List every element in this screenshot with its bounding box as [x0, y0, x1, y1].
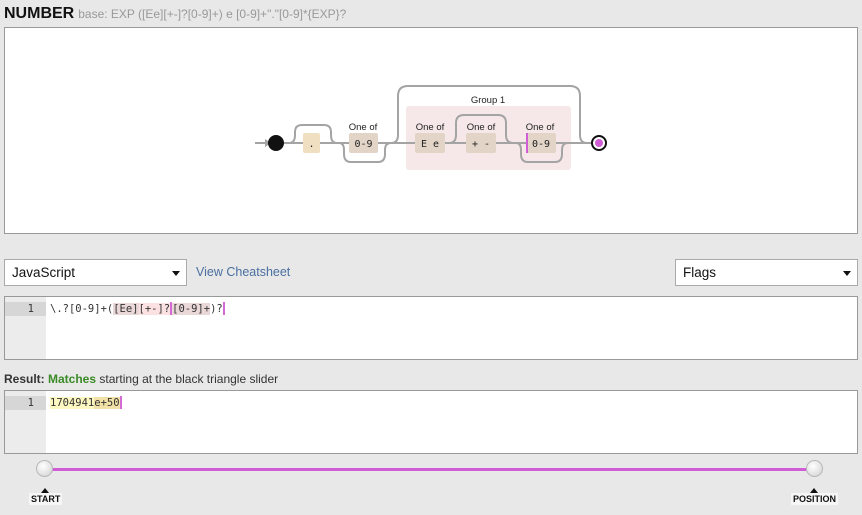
position-slider-knob[interactable]	[806, 460, 823, 477]
regex-suffix: )?	[210, 303, 223, 315]
view-cheatsheet-link[interactable]: View Cheatsheet	[196, 265, 290, 279]
regex-class-exp: [Ee]	[113, 303, 139, 315]
chevron-down-icon	[172, 271, 180, 276]
match-part-number: 1704941	[50, 397, 95, 409]
title-bar: NUMBER base: EXP ([Ee][+-]?[0-9]+) e [0-…	[4, 5, 346, 25]
regex-editor[interactable]: 1 \.?[0-9]+([Ee][+-]? [0-9]+)?	[4, 296, 858, 360]
node-digit-label: One of	[349, 122, 378, 133]
regex-line-number: 1	[5, 302, 46, 316]
start-label: START	[29, 493, 63, 505]
node-exp-digit-label: One of	[526, 122, 555, 133]
token-name: NUMBER	[4, 5, 75, 22]
flags-select[interactable]: Flags	[675, 259, 858, 286]
test-string-editor[interactable]: 1 1704941e+50	[4, 390, 858, 454]
flags-select-value: Flags	[683, 265, 717, 280]
result-line: Result: Matches starting at the black tr…	[4, 372, 278, 386]
node-exp-digit-class-text: 0-9	[532, 139, 550, 150]
node-literal-dot-text: .	[308, 139, 314, 150]
node-sign-class-text: + -	[472, 139, 490, 150]
result-label: Result:	[4, 372, 45, 386]
regex-class-digits: [0-9]+	[172, 303, 211, 315]
test-code[interactable]: 1704941e+50	[50, 395, 122, 410]
node-digit-class-text: 0-9	[354, 139, 372, 150]
regex-class-sign: [+-]?	[138, 303, 171, 315]
railroad-diagram: Group 1 . One of 0-9 One of E e One of +…	[255, 85, 607, 170]
node-exp-label: One of	[416, 122, 445, 133]
test-line-number: 1	[5, 396, 46, 410]
regex-prefix: \.?[0-9]+(	[50, 303, 114, 315]
result-status: Matches	[48, 372, 97, 386]
railroad-diagram-panel: Group 1 . One of 0-9 One of E e One of +…	[4, 27, 858, 234]
chevron-down-icon	[843, 271, 851, 276]
group-1-label: Group 1	[471, 95, 505, 106]
node-sign-label: One of	[467, 122, 496, 133]
start-node	[268, 135, 284, 151]
end-node	[595, 139, 603, 147]
node-cursor-marker	[526, 133, 528, 153]
token-description: base: EXP ([Ee][+-]?[0-9]+) e [0-9]+"."[…	[78, 7, 347, 21]
start-slider-knob[interactable]	[36, 460, 53, 477]
flavor-select-value: JavaScript	[12, 265, 76, 280]
result-detail: starting at the black triangle slider	[99, 372, 279, 386]
regex-code[interactable]: \.?[0-9]+([Ee][+-]? [0-9]+)?	[50, 301, 225, 316]
position-label: POSITION	[791, 493, 839, 505]
test-cursor	[119, 395, 122, 409]
slider-track[interactable]	[44, 468, 816, 471]
regex-end-cursor	[222, 301, 225, 315]
flavor-select[interactable]: JavaScript	[4, 259, 187, 286]
node-exp-class-text: E e	[421, 139, 439, 150]
match-part-exponent: e+50	[94, 397, 120, 409]
